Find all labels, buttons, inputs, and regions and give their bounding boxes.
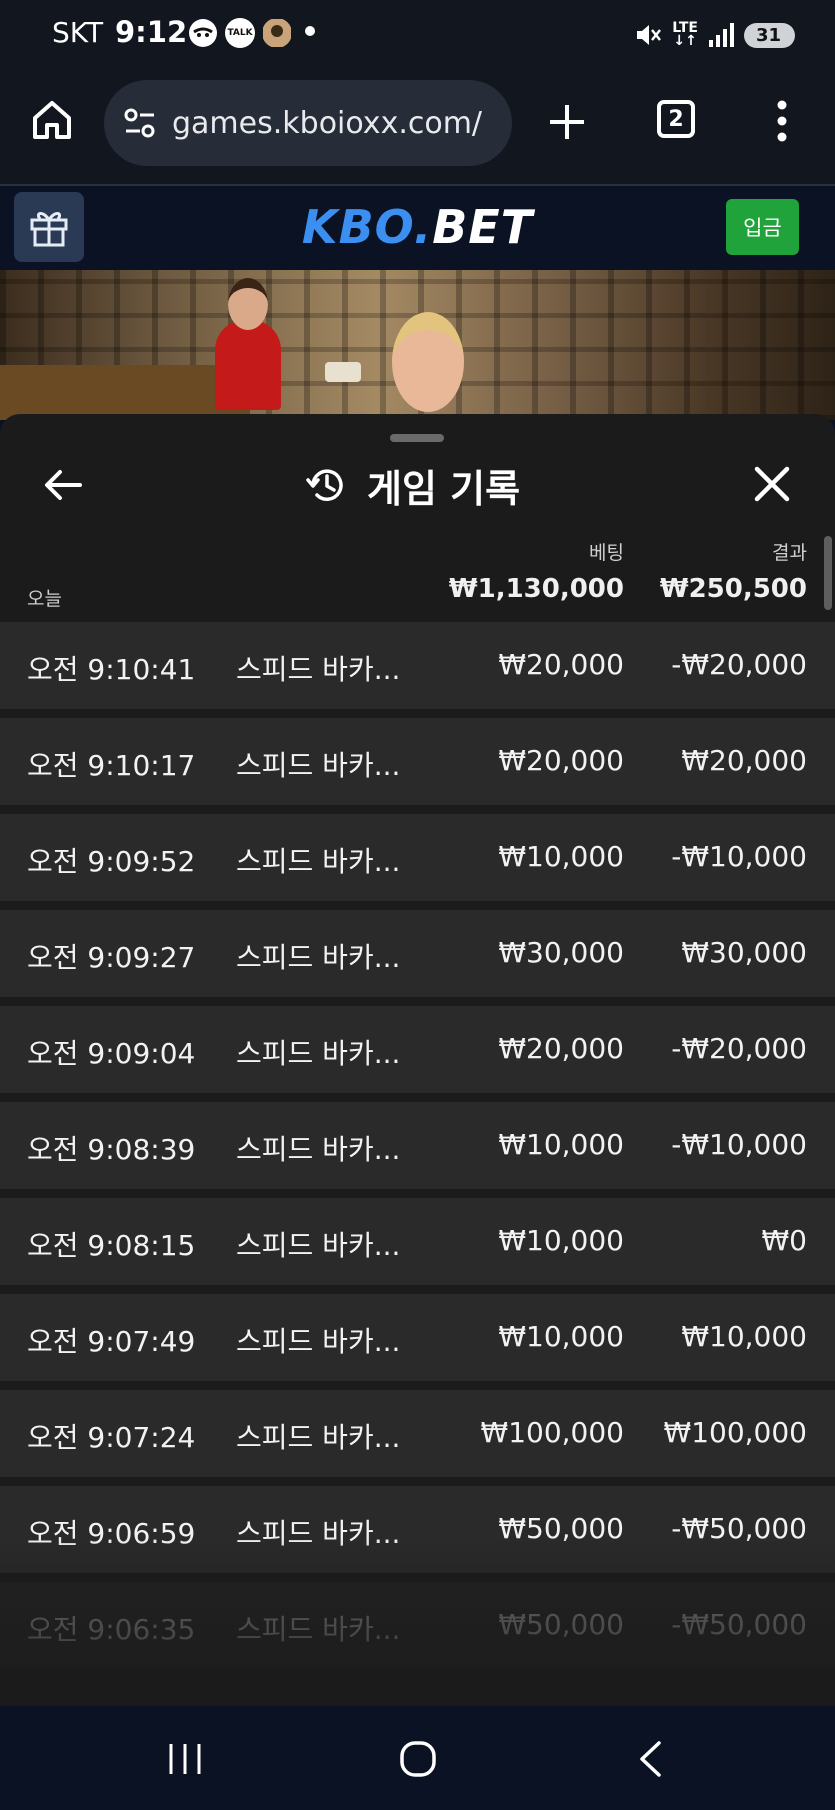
- carrier-label: SKT: [52, 16, 104, 49]
- row-bet-amount: ₩10,000: [498, 1320, 624, 1353]
- row-bet-amount: ₩20,000: [498, 744, 624, 777]
- scrollbar[interactable]: [824, 536, 832, 610]
- history-row[interactable]: 오전 9:09:52 스피드 바카... ₩10,000 -₩10,000: [0, 814, 835, 901]
- back-arrow-icon[interactable]: [42, 464, 84, 506]
- video-dealer2-head: [392, 312, 464, 412]
- video-chip-decor: [325, 362, 361, 382]
- history-icon: [306, 469, 343, 501]
- history-row[interactable]: 오전 9:08:39 스피드 바카... ₩10,000 -₩10,000: [0, 1102, 835, 1189]
- more-menu-icon[interactable]: [770, 98, 794, 144]
- total-result-value: ₩250,500: [659, 574, 807, 604]
- nav-back-icon[interactable]: [635, 1739, 665, 1779]
- status-icons: LTE ↓↑ 31: [634, 18, 795, 52]
- row-bet-amount: ₩20,000: [498, 648, 624, 681]
- list-fade-overlay: [0, 1536, 835, 1706]
- tab-switcher-button[interactable]: 2: [657, 100, 695, 138]
- row-result-amount: ₩30,000: [681, 936, 807, 969]
- row-game-name: 스피드 바카...: [236, 653, 401, 686]
- row-result-amount: -₩20,000: [671, 1032, 807, 1065]
- drag-handle[interactable]: [390, 434, 444, 442]
- live-video-stream[interactable]: [0, 270, 835, 420]
- video-table-decor: [0, 365, 250, 420]
- row-result-amount: -₩10,000: [671, 840, 807, 873]
- history-row[interactable]: 오전 9:10:41 스피드 바카... ₩20,000 -₩20,000: [0, 622, 835, 709]
- history-row[interactable]: 오전 9:07:49 스피드 바카... ₩10,000 ₩10,000: [0, 1294, 835, 1381]
- row-bet-amount: ₩10,000: [498, 840, 624, 873]
- game-history-panel: 게임 기록 오늘 베팅 결과 ₩1,130,000 ₩250,500 오전 9:…: [0, 414, 835, 1706]
- row-time: 오전 9:07:24: [27, 1421, 196, 1454]
- video-dealer-body: [215, 320, 281, 410]
- site-header: KBO.BET 입금: [0, 186, 835, 270]
- row-game-name: 스피드 바카...: [236, 1037, 401, 1070]
- row-time: 오전 9:10:17: [27, 749, 196, 782]
- row-game-name: 스피드 바카...: [236, 1325, 401, 1358]
- history-row[interactable]: 오전 9:09:27 스피드 바카... ₩30,000 ₩30,000: [0, 910, 835, 997]
- row-result-amount: -₩10,000: [671, 1128, 807, 1161]
- ghost-app-icon: [189, 19, 217, 47]
- row-game-name: 스피드 바카...: [236, 749, 401, 782]
- row-time: 오전 9:10:41: [27, 653, 196, 686]
- row-result-amount: ₩0: [761, 1224, 808, 1257]
- bet-column-label: 베팅: [589, 542, 624, 564]
- status-time: 9:12: [115, 15, 188, 49]
- panel-title: 게임 기록: [305, 460, 521, 511]
- talk-app-icon: TALK: [225, 18, 255, 48]
- history-row[interactable]: 오전 9:09:04 스피드 바카... ₩20,000 -₩20,000: [0, 1006, 835, 1093]
- result-column-label: 결과: [772, 542, 807, 564]
- row-result-amount: ₩100,000: [663, 1416, 807, 1449]
- panel-title-text: 게임 기록: [367, 466, 521, 511]
- row-bet-amount: ₩30,000: [498, 936, 624, 969]
- video-dealer-head: [228, 278, 268, 330]
- new-tab-icon[interactable]: [545, 100, 589, 144]
- total-bet-value: ₩1,130,000: [448, 574, 624, 604]
- system-nav-bar: [0, 1706, 835, 1810]
- url-text: games.kboioxx.com/: [172, 105, 483, 141]
- site-logo[interactable]: KBO.BET: [0, 200, 835, 254]
- history-list: 오전 9:10:41 스피드 바카... ₩20,000 -₩20,000 오전 9:1…: [0, 622, 835, 1678]
- row-result-amount: -₩20,000: [671, 648, 807, 681]
- history-row[interactable]: 오전 9:10:17 스피드 바카... ₩20,000 ₩20,000: [0, 718, 835, 805]
- history-row[interactable]: 오전 9:08:15 스피드 바카... ₩10,000 ₩0: [0, 1198, 835, 1285]
- address-bar[interactable]: games.kboioxx.com/: [104, 80, 512, 166]
- recents-icon[interactable]: [165, 1741, 205, 1777]
- row-time: 오전 9:09:52: [27, 845, 196, 878]
- row-time: 오전 9:09:27: [27, 941, 196, 974]
- row-game-name: 스피드 바카...: [236, 1133, 401, 1166]
- home-icon[interactable]: [30, 98, 74, 142]
- row-bet-amount: ₩10,000: [498, 1224, 624, 1257]
- row-game-name: 스피드 바카...: [236, 845, 401, 878]
- row-result-amount: ₩10,000: [681, 1320, 807, 1353]
- close-icon[interactable]: [752, 464, 792, 504]
- signal-icon: [708, 23, 734, 47]
- history-row[interactable]: 오전 9:07:24 스피드 바카... ₩100,000 ₩100,000: [0, 1390, 835, 1477]
- row-game-name: 스피드 바카...: [236, 1229, 401, 1262]
- row-result-amount: ₩20,000: [681, 744, 807, 777]
- site-settings-icon[interactable]: [120, 103, 160, 143]
- row-time: 오전 9:07:49: [27, 1325, 196, 1358]
- row-game-name: 스피드 바카...: [236, 1421, 401, 1454]
- row-game-name: 스피드 바카...: [236, 941, 401, 974]
- more-notifications-dot: [305, 26, 315, 36]
- row-bet-amount: ₩10,000: [498, 1128, 624, 1161]
- lte-indicator: LTE ↓↑: [672, 20, 698, 49]
- date-label: 오늘: [27, 588, 62, 610]
- row-bet-amount: ₩20,000: [498, 1032, 624, 1065]
- photo-app-icon: [263, 19, 291, 47]
- row-time: 오전 9:08:39: [27, 1133, 196, 1166]
- browser-toolbar: games.kboioxx.com/ 2: [0, 70, 835, 186]
- row-time: 오전 9:08:15: [27, 1229, 196, 1262]
- row-bet-amount: ₩100,000: [480, 1416, 624, 1449]
- deposit-button[interactable]: 입금: [726, 199, 799, 255]
- row-time: 오전 9:09:04: [27, 1037, 196, 1070]
- mute-icon: [637, 25, 662, 45]
- nav-home-icon[interactable]: [398, 1739, 438, 1779]
- status-bar: SKT 9:12 TALK LTE ↓↑ 31: [0, 0, 835, 70]
- battery-indicator: 31: [743, 22, 795, 48]
